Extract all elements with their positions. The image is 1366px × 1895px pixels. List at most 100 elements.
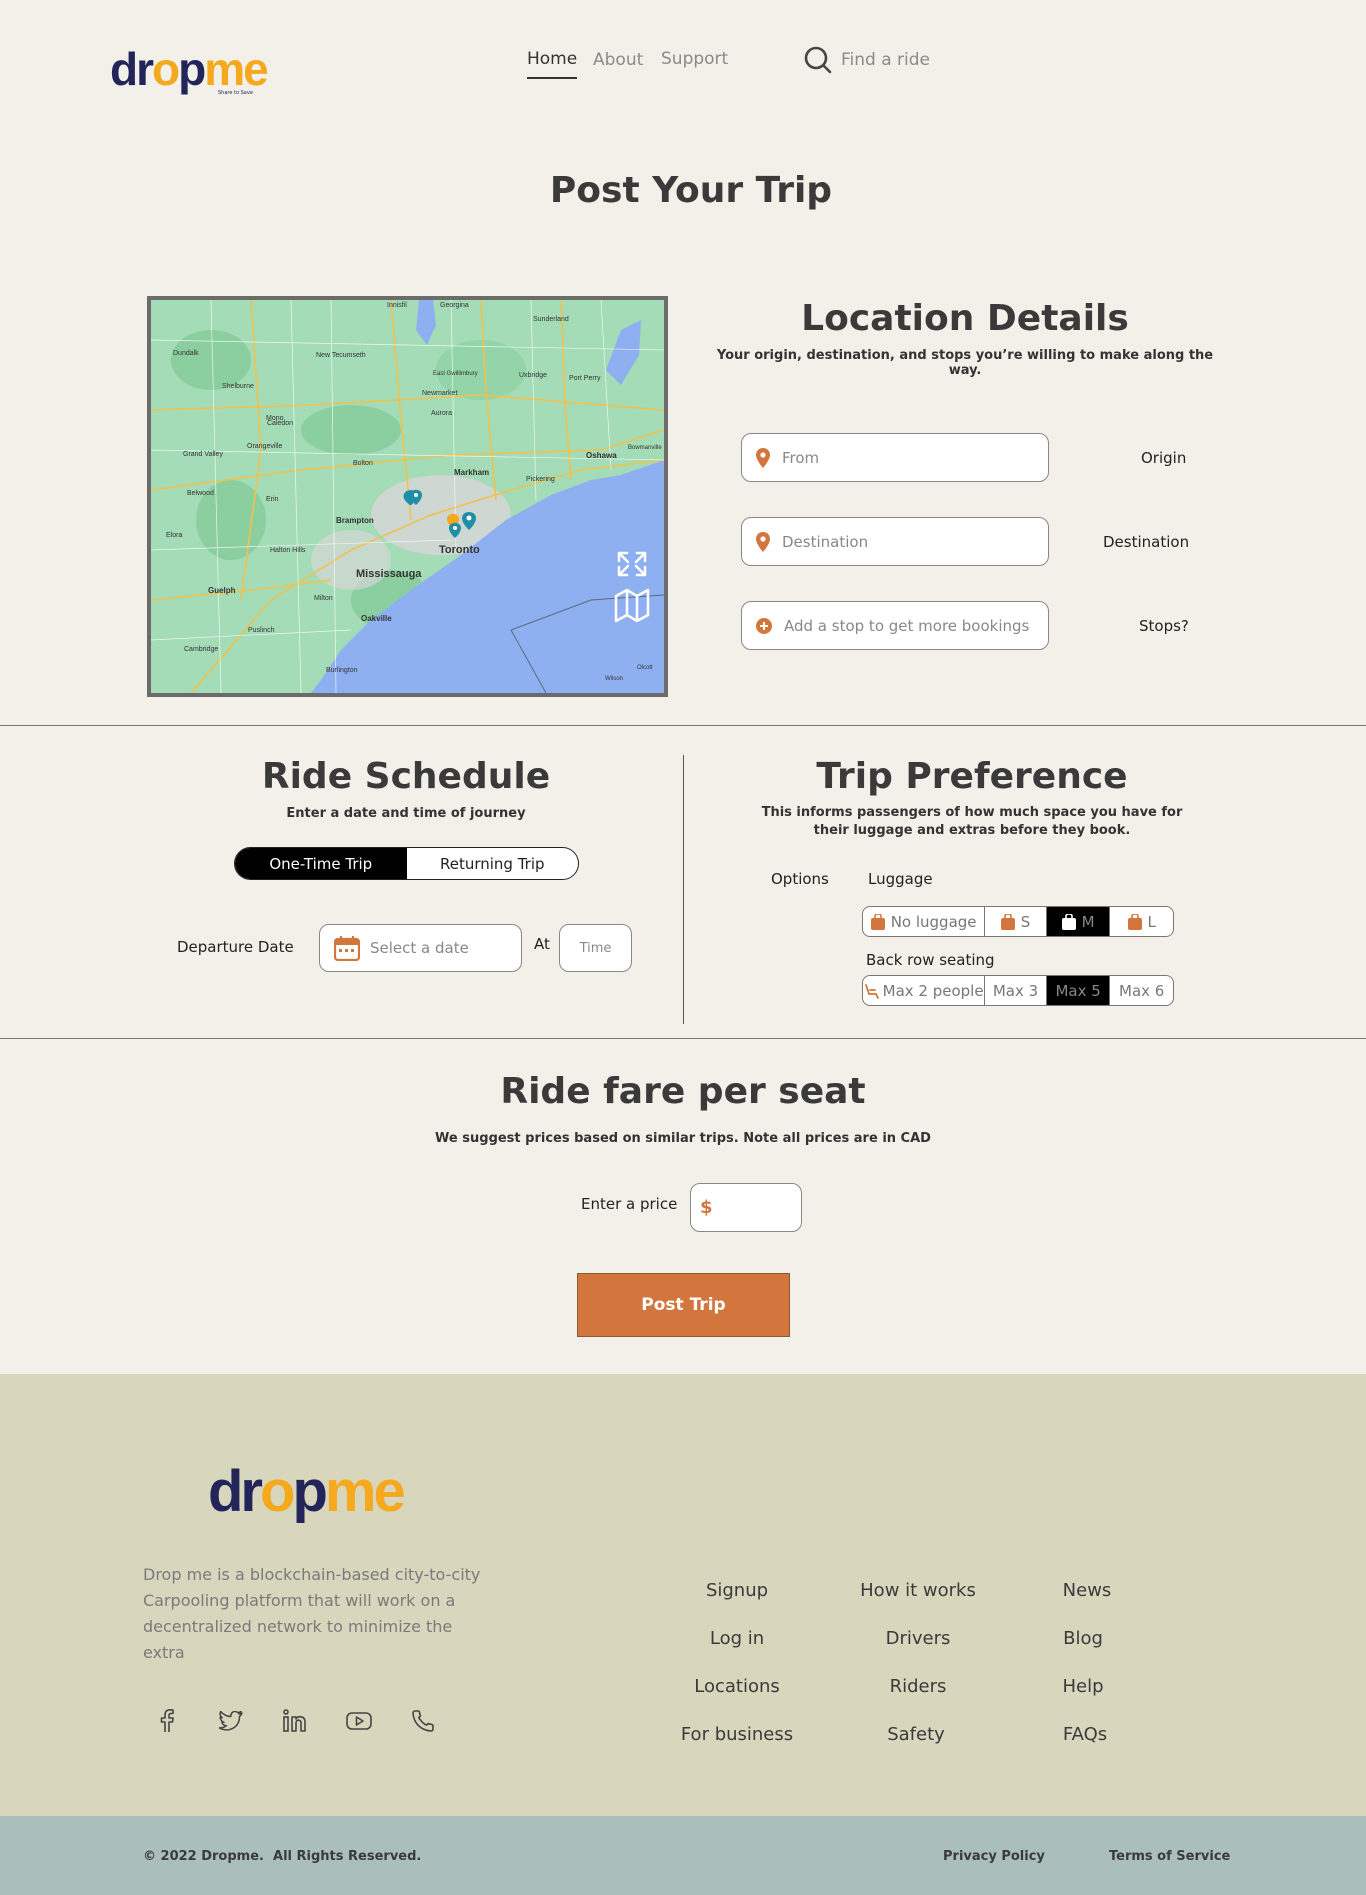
twitter-icon[interactable] [217, 1707, 245, 1735]
footer-link-how-it-works[interactable]: How it works [833, 1580, 1003, 1601]
map-label-milton: Milton [314, 595, 333, 602]
luggage-option-s[interactable]: S [985, 907, 1047, 936]
schedule-subtitle: Enter a date and time of journey [286, 806, 526, 821]
luggage-option-l[interactable]: L [1110, 907, 1173, 936]
stop-input[interactable]: Add a stop to get more bookings [741, 601, 1049, 650]
destination-placeholder: Destination [782, 532, 869, 551]
map-label-cambridge: Cambridge [184, 646, 219, 653]
terms-of-service-link[interactable]: Terms of Service [1109, 1849, 1230, 1864]
footer-link-help[interactable]: Help [998, 1676, 1168, 1697]
luggage-selector: No luggage S M L [862, 906, 1174, 937]
destination-label: Destination [1103, 533, 1190, 551]
stops-label: Stops? [1139, 617, 1189, 635]
footer-logo[interactable]: dropme [208, 1459, 406, 1530]
stop-placeholder: Add a stop to get more bookings [784, 616, 1030, 635]
luggage-option-label: No luggage [890, 912, 977, 931]
map-label-olcott: Olcott [637, 665, 653, 671]
map-label-grand-valley: Grand Valley [183, 451, 223, 458]
footer: dropme Drop me is a blockchain-based cit… [0, 1374, 1366, 1816]
footer-link-news[interactable]: News [1002, 1580, 1172, 1601]
date-picker-input[interactable]: Select a date [319, 924, 522, 972]
bag-icon [1000, 913, 1015, 930]
bag-icon [870, 913, 885, 930]
page-title: Post Your Trip [549, 170, 833, 211]
seating-option-5[interactable]: Max 5 [1046, 976, 1111, 1005]
footer-link-safety[interactable]: Safety [831, 1724, 1001, 1745]
map-label-dundalk: Dundalk [173, 350, 199, 357]
luggage-option-m[interactable]: M [1046, 907, 1111, 936]
time-input[interactable]: Time [559, 924, 632, 972]
map-label-markham: Markham [454, 468, 490, 477]
footer-link-signup[interactable]: Signup [652, 1580, 822, 1601]
map-label-wilson: Wilson [605, 676, 624, 682]
luggage-option-label: S [1020, 912, 1031, 931]
logo-text-o: o [152, 43, 180, 95]
map-label-georgina: Georgina [440, 302, 469, 309]
seating-option-2[interactable]: Max 2 people [863, 976, 986, 1005]
map-label-brampton: Brampton [336, 516, 374, 525]
linkedin-icon[interactable] [281, 1707, 309, 1735]
nav-about[interactable]: About [593, 50, 643, 70]
nav-support[interactable]: Support [661, 49, 728, 69]
footer-link-faqs[interactable]: FAQs [1000, 1724, 1170, 1745]
logo-text-me: me [324, 1459, 406, 1524]
footer-link-riders[interactable]: Riders [833, 1676, 1003, 1697]
schedule-title: Ride Schedule [261, 756, 551, 797]
luggage-option-label: L [1147, 912, 1156, 931]
seating-option-6[interactable]: Max 6 [1110, 976, 1173, 1005]
seat-icon [864, 983, 879, 999]
search-placeholder: Find a ride [841, 50, 931, 70]
footer-link-locations[interactable]: Locations [652, 1676, 822, 1697]
origin-input[interactable]: From [741, 433, 1049, 482]
calendar-icon [334, 935, 360, 961]
origin-label: Origin [1141, 449, 1187, 467]
nav-home[interactable]: Home [527, 49, 578, 79]
origin-placeholder: From [782, 448, 820, 467]
bag-icon [1127, 913, 1142, 930]
map-label-east-gwillimbury: East Gwillimbury [433, 371, 478, 377]
logo-text-p: p [178, 43, 206, 95]
seating-option-3[interactable]: Max 3 [985, 976, 1047, 1005]
preference-title: Trip Preference [816, 756, 1128, 797]
one-time-trip-option[interactable]: One-Time Trip [235, 848, 407, 879]
returning-trip-option[interactable]: Returning Trip [407, 848, 579, 879]
phone-icon[interactable] [409, 1707, 437, 1735]
logo-tagline: Share to Save [218, 90, 253, 96]
seating-option-label: Max 2 people [882, 981, 984, 1000]
luggage-option-none[interactable]: No luggage [863, 907, 986, 936]
map-label-oakville: Oakville [361, 614, 392, 623]
column-divider [683, 755, 684, 1024]
map-label-elora: Elora [166, 532, 183, 539]
route-map[interactable]: Toronto Mississauga Brampton Markham Oak… [147, 296, 668, 697]
footer-description: Drop me is a blockchain-based city-to-ci… [143, 1565, 481, 1662]
map-label-mississauga: Mississauga [356, 568, 422, 580]
seating-option-label: Max 5 [1055, 981, 1101, 1000]
map-label-aurora: Aurora [431, 410, 453, 417]
price-input[interactable]: $ [690, 1183, 802, 1232]
map-label-erin: Erin [266, 496, 279, 503]
map-label-bowmanville: Bowmanville [628, 445, 662, 451]
footer-link-business[interactable]: For business [652, 1724, 822, 1745]
map-label-pickering: Pickering [526, 476, 555, 483]
footer-link-login[interactable]: Log in [652, 1628, 822, 1649]
facebook-icon[interactable] [153, 1707, 181, 1735]
privacy-policy-link[interactable]: Privacy Policy [943, 1849, 1045, 1864]
post-trip-button[interactable]: Post Trip [577, 1273, 790, 1337]
logo[interactable]: dropme Share to Save [110, 43, 269, 100]
search-bar[interactable]: Find a ride [803, 45, 983, 75]
map-label-bolton: Bolton [353, 460, 373, 467]
map-label-burlington: Burlington [326, 667, 358, 674]
logo-text-o: o [260, 1459, 295, 1524]
footer-link-blog[interactable]: Blog [998, 1628, 1168, 1649]
map-label-oshawa: Oshawa [586, 451, 617, 460]
options-label: Options [771, 870, 829, 888]
footer-link-drivers[interactable]: Drivers [833, 1628, 1003, 1649]
map-label-guelph: Guelph [208, 586, 236, 595]
destination-input[interactable]: Destination [741, 517, 1049, 566]
map-label-toronto: Toronto [439, 544, 480, 556]
youtube-icon[interactable] [345, 1707, 373, 1735]
map-label-newmarket: Newmarket [422, 390, 458, 397]
section-divider [0, 1038, 1366, 1039]
map-label-orangeville: Orangeville [247, 443, 283, 450]
fare-subtitle: We suggest prices based on similar trips… [435, 1131, 931, 1146]
